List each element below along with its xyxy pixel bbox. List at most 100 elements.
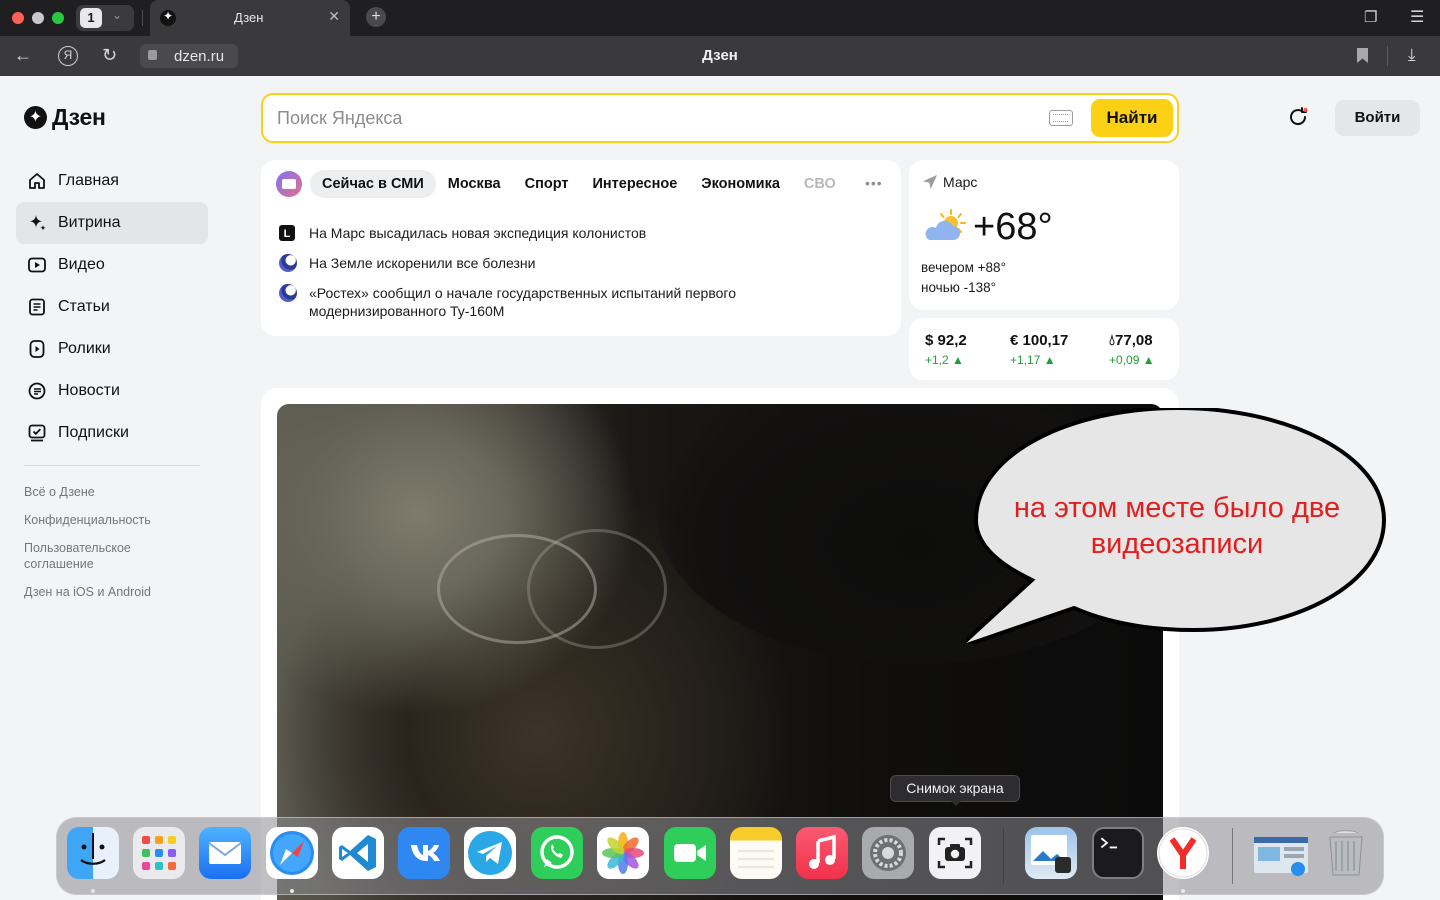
rate-value: $ 92,2 [925, 332, 967, 349]
sidebar-item-articles[interactable]: Статьи [16, 286, 208, 328]
downloads-stack-icon[interactable] [1251, 827, 1308, 879]
sidebar-item-home[interactable]: Главная [16, 160, 208, 202]
download-icon[interactable]: ⤓ [1408, 45, 1416, 65]
dock-divider [1003, 828, 1004, 884]
more-tabs-button[interactable]: ••• [865, 175, 883, 191]
mail-icon[interactable] [199, 827, 251, 879]
rate-eur[interactable]: € 100,17 +1,17 ▲ [1010, 332, 1068, 367]
whatsapp-icon[interactable] [531, 827, 583, 879]
footer-link-apps[interactable]: Дзен на iOS и Android [24, 584, 204, 600]
video-icon [26, 254, 48, 276]
footer-link-about[interactable]: Всё о Дзене [24, 484, 204, 500]
preview-icon[interactable] [1025, 827, 1077, 879]
rate-value-row: 💧︎77,08 [1109, 332, 1155, 349]
dzen-logo[interactable]: Дзен [24, 104, 106, 131]
news-list: L На Марс высадилась новая экспедиция ко… [279, 224, 879, 332]
copy-icon[interactable]: ❐ [1364, 8, 1377, 26]
source-sphere-icon [279, 254, 297, 272]
location-arrow-icon [923, 175, 937, 189]
currency-rates-widget[interactable]: $ 92,2 +1,2 ▲ € 100,17 +1,17 ▲ 💧︎77,08 +… [909, 318, 1179, 380]
active-tab[interactable]: Дзен ✕ [150, 0, 350, 36]
yandex-browser-icon[interactable] [1157, 827, 1209, 879]
weather-widget[interactable]: Марс +68° вечером +88° ночью -138° [909, 160, 1179, 310]
notes-icon[interactable] [730, 827, 782, 879]
finder-icon[interactable] [67, 827, 119, 879]
sidebar-item-label: Видео [58, 256, 105, 273]
dzen-logo-icon [24, 106, 47, 129]
tab-moscow[interactable]: Москва [436, 170, 513, 198]
sidebar-item-clips[interactable]: Ролики [16, 328, 208, 370]
footer-link-privacy[interactable]: Конфиденциальность [24, 512, 204, 528]
sidebar-item-video[interactable]: Видео [16, 244, 208, 286]
sidebar-nav: Главная Витрина Видео Статьи Ролики Ново… [16, 160, 208, 454]
refresh-feed-icon[interactable] [1286, 105, 1310, 129]
home-icon [26, 170, 48, 192]
partly-cloudy-icon [925, 209, 966, 240]
sidebar-item-label: Ролики [58, 340, 111, 357]
minimize-window-button[interactable] [32, 12, 44, 24]
zoom-window-button[interactable] [52, 12, 64, 24]
system-settings-icon[interactable] [862, 827, 914, 879]
photos-icon[interactable] [597, 827, 649, 879]
search-button[interactable]: Найти [1091, 99, 1173, 137]
news-item[interactable]: L На Марс высадилась новая экспедиция ко… [279, 224, 879, 242]
sidebar-item-showcase[interactable]: Витрина [16, 202, 208, 244]
vscode-icon[interactable] [332, 827, 384, 879]
tab-svo[interactable]: СВО [792, 170, 848, 198]
news-widget: Сейчас в СМИ Москва Спорт Интересное Эко… [261, 160, 901, 336]
news-item[interactable]: «Ростех» сообщил о начале государственны… [279, 284, 879, 320]
tab-divider [142, 10, 143, 26]
search-box[interactable]: Поиск Яндекса Найти [261, 93, 1179, 143]
tab-now-in-media[interactable]: Сейчас в СМИ [310, 170, 436, 198]
dock-tooltip: Снимок экрана [890, 775, 1020, 806]
music-icon[interactable] [796, 827, 848, 879]
menu-icon[interactable]: ☰ [1410, 7, 1424, 27]
page-title: Дзен [702, 47, 738, 64]
sidebar-item-news[interactable]: Новости [16, 370, 208, 412]
subscriptions-icon [26, 422, 48, 444]
terminal-icon[interactable] [1092, 827, 1144, 879]
sidebar-item-label: Подписки [58, 424, 129, 441]
news-headline: На Земле искоренили все болезни [309, 255, 536, 271]
rate-usd[interactable]: $ 92,2 +1,2 ▲ [925, 332, 967, 367]
close-tab-icon[interactable]: ✕ [328, 8, 340, 25]
rate-change: +1,17 ▲ [1010, 353, 1056, 367]
chevron-down-icon: ⌄ [112, 8, 123, 22]
tab-interesting[interactable]: Интересное [580, 170, 689, 198]
vk-icon[interactable] [398, 827, 450, 879]
search-input[interactable]: Поиск Яндекса [277, 108, 402, 129]
rate-change: +1,2 ▲ [925, 353, 964, 367]
launchpad-icon[interactable] [133, 827, 185, 879]
sidebar-divider [24, 465, 200, 466]
source-logo-icon: L [279, 225, 295, 241]
video-frame-detail [527, 529, 667, 649]
close-window-button[interactable] [12, 12, 24, 24]
safari-icon[interactable] [266, 827, 318, 879]
login-button[interactable]: Войти [1335, 100, 1420, 136]
dock-divider [1232, 828, 1233, 884]
telegram-icon[interactable] [464, 827, 516, 879]
news-item[interactable]: На Земле искоренили все болезни [279, 254, 879, 272]
toolbar-divider [1387, 46, 1388, 66]
tab-economy[interactable]: Экономика [689, 170, 792, 198]
evening-forecast: вечером +88° [921, 260, 1006, 275]
media-news-icon [276, 171, 302, 197]
trash-icon[interactable] [1320, 827, 1372, 879]
weather-location: Марс [923, 174, 977, 190]
tab-count-badge: 1 [80, 8, 102, 28]
tab-sport[interactable]: Спорт [513, 170, 581, 198]
tab-count-button[interactable]: 1 ⌄ [76, 5, 134, 31]
annotation-text: на этом месте было две видеозаписи [1013, 492, 1341, 560]
rate-oil[interactable]: 💧︎77,08 +0,09 ▲ [1109, 332, 1155, 367]
footer-link-terms[interactable]: Пользовательское соглашение [24, 540, 164, 572]
sidebar-item-subscriptions[interactable]: Подписки [16, 412, 208, 454]
keyboard-icon[interactable] [1049, 110, 1073, 126]
facetime-icon[interactable] [664, 827, 716, 879]
rate-value: 77,08 [1115, 332, 1153, 349]
screenshot-icon[interactable] [929, 827, 981, 879]
new-tab-button[interactable]: + [366, 7, 386, 27]
logo-text: Дзен [52, 104, 106, 130]
running-indicator [290, 889, 294, 893]
sidebar-item-label: Статьи [58, 298, 110, 315]
sidebar-item-label: Витрина [58, 214, 121, 231]
